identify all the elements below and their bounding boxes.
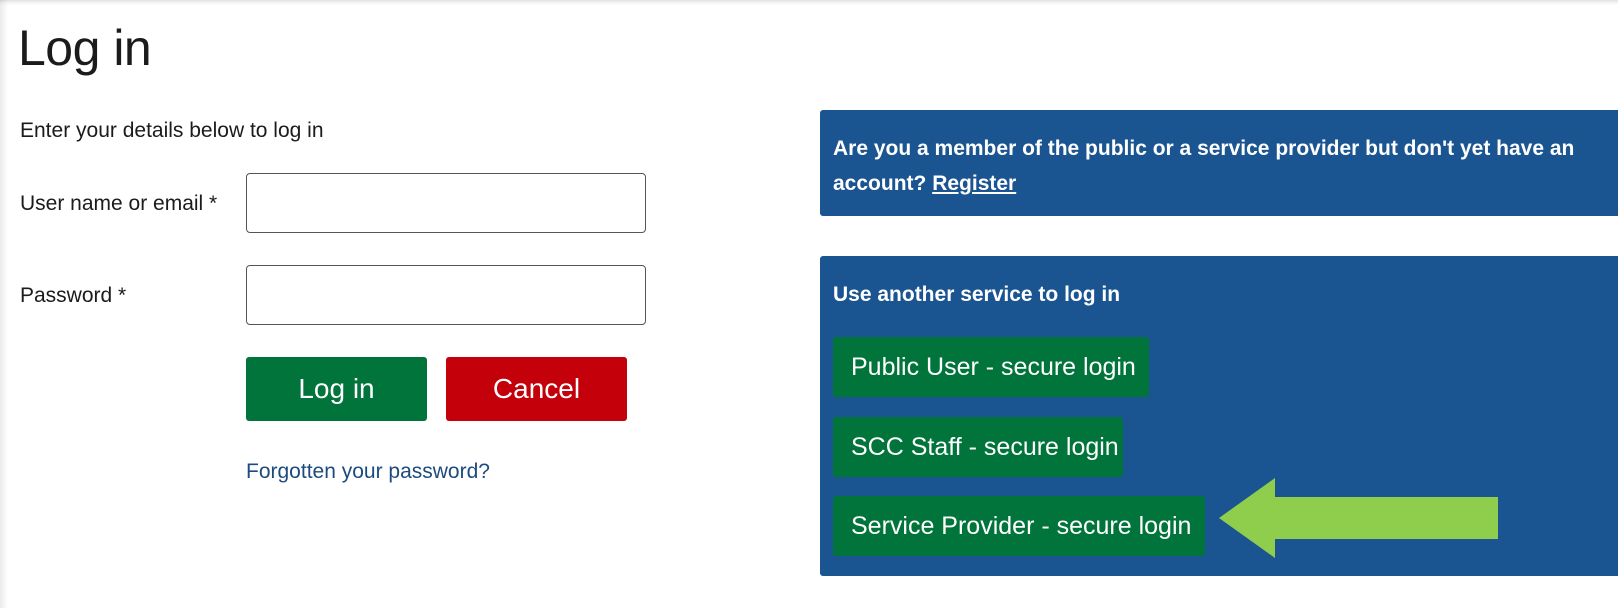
login-page: Log in Enter your details below to log i… [0, 0, 1618, 608]
register-link[interactable]: Register [932, 172, 1016, 195]
public-user-login-button[interactable]: Public User - secure login [833, 337, 1149, 397]
service-provider-login-button[interactable]: Service Provider - secure login [833, 496, 1205, 556]
register-text-block: Are you a member of the public or a serv… [833, 131, 1593, 201]
cancel-button[interactable]: Cancel [446, 357, 627, 421]
left-arrow-icon [1219, 478, 1498, 558]
password-label: Password * [20, 284, 127, 307]
login-button[interactable]: Log in [246, 357, 427, 421]
username-input[interactable] [246, 173, 646, 233]
intro-text: Enter your details below to log in [20, 119, 324, 142]
username-label: User name or email * [20, 192, 218, 215]
register-panel: Are you a member of the public or a serv… [820, 110, 1618, 216]
page-title: Log in [18, 20, 152, 76]
page-edge-shadow [0, 0, 8, 608]
forgot-password-link[interactable]: Forgotten your password? [246, 458, 490, 486]
password-input[interactable] [246, 265, 646, 325]
arrow-shape [1219, 478, 1498, 558]
scc-staff-login-button[interactable]: SCC Staff - secure login [833, 417, 1123, 477]
other-services-heading: Use another service to log in [833, 283, 1121, 306]
